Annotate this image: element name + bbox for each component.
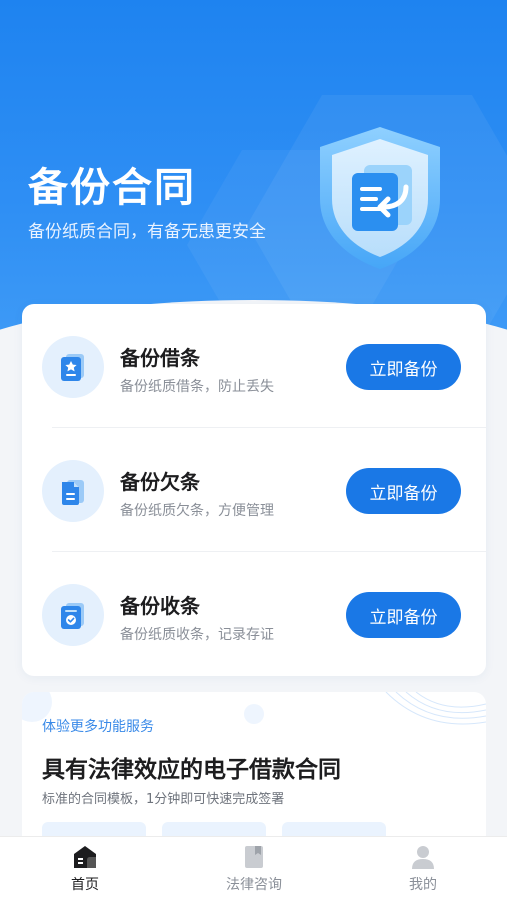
row-title: 备份收条: [120, 594, 200, 618]
backup-options-card: 备份借条 备份纸质借条，防止丢失 立即备份 备份欠条 备份纸质欠条，方便管理 立…: [22, 304, 486, 676]
hero-banner: 备份合同 备份纸质合同，有备无患更安全: [0, 0, 507, 350]
decoration-circle: [244, 704, 264, 724]
row-description: 备份纸质收条，记录存证: [120, 627, 274, 643]
promo-card[interactable]: 体验更多功能服务 具有法律效应的电子借款合同 标准的合同模板，1分钟即可快速完成…: [22, 692, 486, 852]
tab-label: 法律咨询: [226, 877, 282, 893]
tab-legal-consult[interactable]: 法律咨询: [194, 837, 314, 900]
check-document-icon: [42, 584, 104, 646]
promo-tag: 体验更多功能服务: [42, 719, 154, 735]
star-document-icon: [42, 336, 104, 398]
decoration-lines: [385, 692, 486, 725]
promo-title: 具有法律效应的电子借款合同: [42, 757, 341, 783]
tab-label: 首页: [71, 877, 99, 893]
document-icon: [42, 460, 104, 522]
book-icon: [245, 846, 263, 868]
tab-profile[interactable]: 我的: [363, 837, 483, 900]
row-title: 备份欠条: [120, 470, 200, 494]
backup-row-iou: 备份借条 备份纸质借条，防止丢失 立即备份: [22, 304, 486, 428]
backup-now-button[interactable]: 立即备份: [346, 468, 461, 514]
user-icon: [412, 846, 434, 869]
tab-home[interactable]: 首页: [25, 837, 145, 900]
tab-label: 我的: [409, 877, 437, 893]
backup-now-button[interactable]: 立即备份: [346, 344, 461, 390]
bottom-tab-bar: 首页 法律咨询 我的: [0, 836, 507, 900]
backup-row-debt: 备份欠条 备份纸质欠条，方便管理 立即备份: [22, 428, 486, 552]
row-description: 备份纸质欠条，方便管理: [120, 503, 274, 519]
backup-now-button[interactable]: 立即备份: [346, 592, 461, 638]
promo-description: 标准的合同模板，1分钟即可快速完成签署: [42, 792, 285, 807]
page-title: 备份合同: [28, 165, 196, 211]
page-subtitle: 备份纸质合同，有备无患更安全: [28, 222, 266, 242]
document-return-shield-icon: [320, 127, 440, 269]
row-description: 备份纸质借条，防止丢失: [120, 379, 274, 395]
row-title: 备份借条: [120, 346, 200, 370]
backup-row-receipt: 备份收条 备份纸质收条，记录存证 立即备份: [22, 552, 486, 676]
home-icon: [74, 846, 96, 868]
